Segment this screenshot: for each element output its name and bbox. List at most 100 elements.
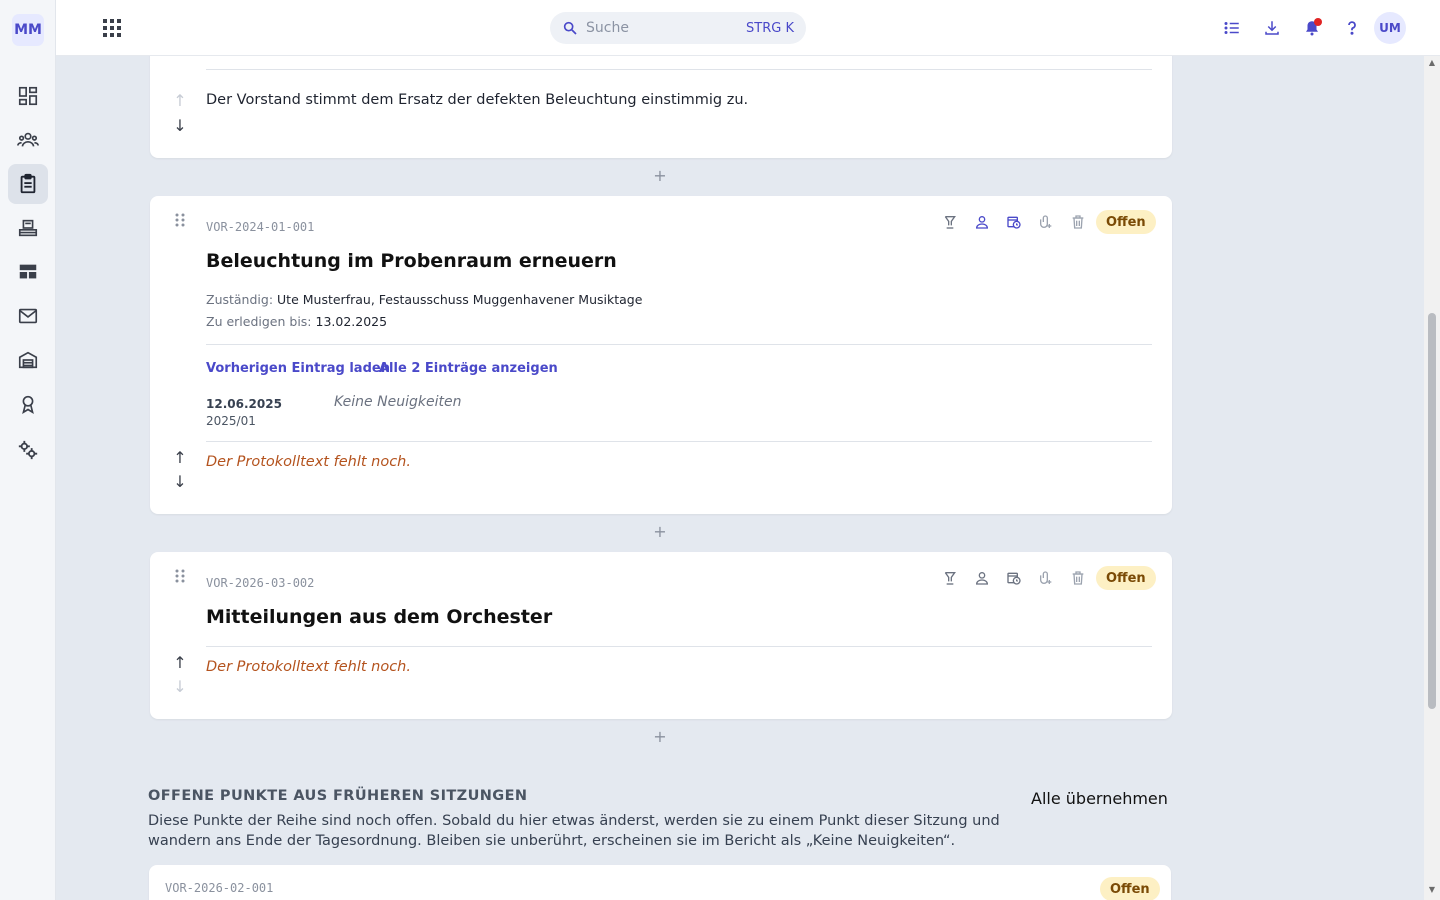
logo[interactable]: MM	[12, 14, 44, 46]
divider	[206, 441, 1152, 442]
decision-button[interactable]	[941, 569, 959, 587]
status-badge: Offen	[1100, 877, 1160, 900]
nav-inventory[interactable]	[8, 340, 48, 380]
item-code: VOR-2026-02-001	[165, 881, 274, 895]
due-line: Zu erledigen bis: 13.02.2025	[206, 314, 387, 329]
dashboard-icon	[18, 86, 38, 106]
gavel-icon	[944, 572, 956, 585]
due-value: 13.02.2025	[315, 314, 388, 329]
due-date-button[interactable]	[1005, 569, 1023, 587]
assign-person-button[interactable]	[973, 213, 991, 231]
open-items-description: Diese Punkte der Reihe sind noch offen. …	[148, 813, 1000, 849]
responsible-label: Zuständig:	[206, 292, 274, 307]
list-icon	[1224, 22, 1239, 34]
settings-icon	[18, 440, 38, 460]
trash-icon	[1072, 571, 1084, 585]
search-icon	[563, 21, 577, 35]
scroll-thumb[interactable]	[1428, 313, 1436, 709]
delete-button[interactable]	[1069, 569, 1087, 587]
avatar[interactable]: UM	[1374, 12, 1406, 44]
download-button[interactable]	[1260, 16, 1284, 40]
drag-handle-icon[interactable]	[174, 568, 186, 584]
show-all-entries-link[interactable]: Alle 2 Einträge anzeigen	[379, 361, 558, 376]
topbar: STRG K UM	[56, 0, 1440, 56]
scroll-down-arrow[interactable]: ▼	[1428, 886, 1436, 894]
nav-mail[interactable]	[8, 296, 48, 336]
due-label: Zu erledigen bis:	[206, 314, 312, 329]
download-icon	[1265, 21, 1279, 35]
help-button[interactable]	[1340, 16, 1364, 40]
attachment-icon	[1040, 571, 1052, 584]
mail-icon	[18, 308, 38, 324]
adopt-all-button[interactable]: Alle übernehmen	[1031, 789, 1168, 808]
agenda-item-card: VOR-2026-03-002 Offen Mitteilungen aus d…	[150, 552, 1172, 719]
divider	[206, 69, 1152, 70]
nav-tables[interactable]	[8, 252, 48, 292]
status-badge: Offen	[1096, 210, 1156, 234]
notification-dot	[1314, 18, 1322, 26]
scroll-up-arrow[interactable]: ▲	[1428, 59, 1436, 67]
protocol-text: Der Vorstand stimmt dem Ersatz der defek…	[206, 92, 749, 108]
item-code: VOR-2026-03-002	[206, 576, 315, 590]
nav-dashboard[interactable]	[8, 76, 48, 116]
nav-protocols[interactable]	[8, 164, 48, 204]
move-down-button[interactable]: ↓	[172, 678, 188, 696]
search-input[interactable]	[586, 20, 736, 36]
agenda-item-card: ↑ ↓ Der Vorstand stimmt dem Ersatz der d…	[150, 56, 1172, 158]
due-date-button[interactable]	[1005, 213, 1023, 231]
calendar-clock-icon	[1007, 216, 1021, 229]
status-badge: Offen	[1096, 566, 1156, 590]
open-items-title: OFFENE PUNKTE AUS FRÜHEREN SITZUNGEN	[148, 788, 528, 804]
award-icon	[22, 395, 34, 414]
item-title[interactable]: Mitteilungen aus dem Orchester	[206, 606, 552, 628]
clipboard-icon	[20, 173, 36, 194]
add-item-button[interactable]: +	[650, 522, 670, 542]
person-icon	[975, 216, 989, 229]
move-down-button[interactable]: ↓	[172, 117, 188, 135]
open-item-card[interactable]: VOR-2026-02-001 Offen	[149, 865, 1171, 900]
main-content: ↑ ↓ Der Vorstand stimmt dem Ersatz der d…	[56, 56, 1424, 900]
add-item-button[interactable]: +	[650, 727, 670, 747]
assign-person-button[interactable]	[973, 569, 991, 587]
attach-button[interactable]	[1037, 569, 1055, 587]
search-bar[interactable]: STRG K	[550, 12, 806, 44]
gavel-icon	[944, 216, 956, 229]
table-icon	[19, 264, 37, 279]
help-icon	[1348, 21, 1356, 35]
sidebar: MM	[0, 0, 56, 900]
list-button[interactable]	[1220, 16, 1244, 40]
calendar-clock-icon	[1007, 572, 1021, 585]
move-up-button[interactable]: ↑	[172, 449, 188, 467]
divider	[206, 646, 1152, 647]
load-previous-entry-link[interactable]: Vorherigen Eintrag laden	[206, 361, 390, 376]
nav-members[interactable]	[8, 120, 48, 160]
item-code: VOR-2024-01-001	[206, 220, 315, 234]
protocol-missing-text[interactable]: Der Protokolltext fehlt noch.	[206, 659, 411, 675]
attach-button[interactable]	[1037, 213, 1055, 231]
search-shortcut: STRG K	[746, 20, 794, 36]
entry-session: 2025/01	[206, 414, 256, 428]
people-icon	[17, 132, 39, 147]
move-up-button[interactable]: ↑	[172, 92, 188, 110]
nav-awards[interactable]	[8, 384, 48, 424]
move-up-button[interactable]: ↑	[172, 654, 188, 672]
item-title[interactable]: Beleuchtung im Probenraum erneuern	[206, 250, 617, 272]
add-item-button[interactable]: +	[650, 166, 670, 186]
notifications-button[interactable]	[1300, 16, 1324, 40]
person-icon	[975, 572, 989, 585]
move-down-button[interactable]: ↓	[172, 473, 188, 491]
delete-button[interactable]	[1069, 213, 1087, 231]
nav-settings[interactable]	[8, 430, 48, 470]
bank-icon	[18, 219, 38, 237]
nav-finance[interactable]	[8, 208, 48, 248]
decision-button[interactable]	[941, 213, 959, 231]
drag-handle-icon[interactable]	[174, 212, 186, 228]
apps-grid-icon[interactable]	[100, 16, 124, 40]
protocol-missing-text[interactable]: Der Protokolltext fehlt noch.	[206, 454, 411, 470]
divider	[206, 344, 1152, 345]
responsible-value: Ute Musterfrau, Festausschuss Muggenhave…	[277, 292, 643, 307]
responsible-line: Zuständig: Ute Musterfrau, Festausschuss…	[206, 292, 642, 307]
attachment-icon	[1040, 215, 1052, 228]
warehouse-icon	[18, 351, 38, 369]
scrollbar[interactable]: ▲ ▼	[1424, 56, 1440, 900]
